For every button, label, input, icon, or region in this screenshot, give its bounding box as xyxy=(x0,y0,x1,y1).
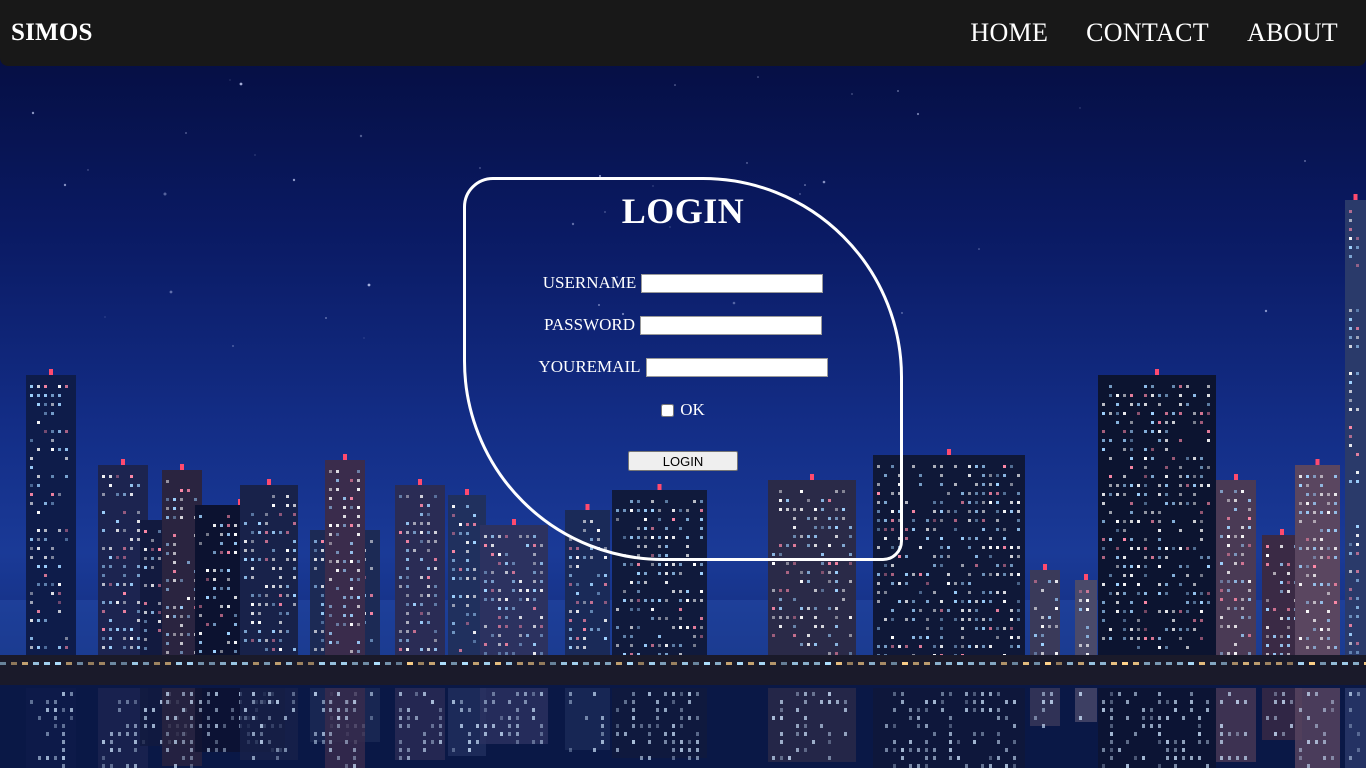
ok-checkbox[interactable] xyxy=(661,403,675,417)
nav-links: HOME CONTACT ABOUT xyxy=(970,18,1338,48)
navbar: SIMOS HOME CONTACT ABOUT xyxy=(0,0,1366,66)
login-button[interactable]: LOGIN xyxy=(628,451,738,471)
ok-checkbox-label: OK xyxy=(680,400,705,419)
username-input[interactable] xyxy=(641,273,824,293)
ok-checkbox-row: OK xyxy=(466,400,900,420)
login-card: LOGIN USERNAME PASSWORD YOUREMAIL OK LOG… xyxy=(463,177,903,561)
email-input[interactable] xyxy=(645,357,828,377)
nav-link-home[interactable]: HOME xyxy=(970,18,1048,48)
username-label: USERNAME xyxy=(542,273,637,292)
username-row: USERNAME xyxy=(466,273,900,293)
login-button-row: LOGIN xyxy=(466,451,900,471)
login-title: LOGIN xyxy=(621,191,745,231)
nav-link-about[interactable]: ABOUT xyxy=(1247,18,1338,48)
page: SIMOS HOME CONTACT ABOUT LOGIN USERNAME … xyxy=(0,0,1366,768)
password-input[interactable] xyxy=(640,315,823,335)
password-row: PASSWORD xyxy=(466,315,900,335)
brand-logo[interactable]: SIMOS xyxy=(11,19,93,47)
nav-link-contact[interactable]: CONTACT xyxy=(1086,18,1209,48)
password-label: PASSWORD xyxy=(543,315,636,334)
email-label: YOUREMAIL xyxy=(538,357,641,376)
email-row: YOUREMAIL xyxy=(466,357,900,377)
